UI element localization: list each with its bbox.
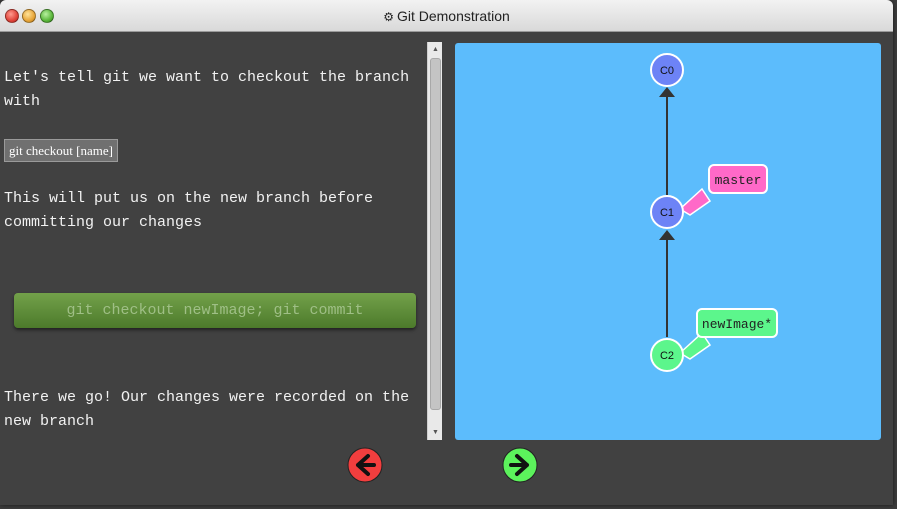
gear-icon: ⚙ (383, 10, 394, 24)
branch-name-master: master (715, 173, 762, 188)
instruction-text-2: This will put us on the new branch befor… (4, 190, 374, 231)
scroll-up-icon[interactable]: ▲ (428, 42, 443, 57)
back-button[interactable] (347, 447, 383, 483)
edge-arrow-c1-c0 (659, 87, 675, 97)
instruction-scrollbar[interactable]: ▲ ▼ (427, 42, 442, 440)
git-graph-svg: master newImage* C0 C1 C2 (650, 53, 778, 372)
instruction-panel: Let's tell git we want to checkout the b… (0, 42, 427, 440)
arrow-left-icon (347, 447, 383, 483)
branch-name-newimage: newImage* (702, 317, 772, 332)
edge-arrow-c2-c1 (659, 230, 675, 240)
scroll-down-icon[interactable]: ▼ (428, 425, 443, 440)
code-snippet: git checkout [name] (4, 139, 118, 162)
commit-label-c2: C2 (660, 350, 674, 362)
git-graph-visualization: master newImage* C0 C1 C2 (455, 43, 881, 440)
instruction-text-3: There we go! Our changes were recorded o… (4, 389, 410, 430)
scroll-thumb[interactable] (430, 58, 441, 410)
app-window: ⚙ Git Demonstration Let's tell git we wan… (0, 0, 893, 505)
forward-button[interactable] (502, 447, 538, 483)
title-bar: ⚙ Git Demonstration (0, 0, 893, 32)
window-title-wrap: ⚙ Git Demonstration (0, 8, 893, 24)
run-command-button[interactable]: git checkout newImage; git commit (14, 293, 416, 328)
arrow-right-icon (502, 447, 538, 483)
window-title: Git Demonstration (396, 8, 510, 24)
instruction-text-1: Let's tell git we want to checkout the b… (4, 69, 410, 110)
commit-label-c1: C1 (660, 207, 674, 219)
commit-label-c0: C0 (660, 65, 674, 77)
branch-arrow-master (678, 187, 712, 216)
